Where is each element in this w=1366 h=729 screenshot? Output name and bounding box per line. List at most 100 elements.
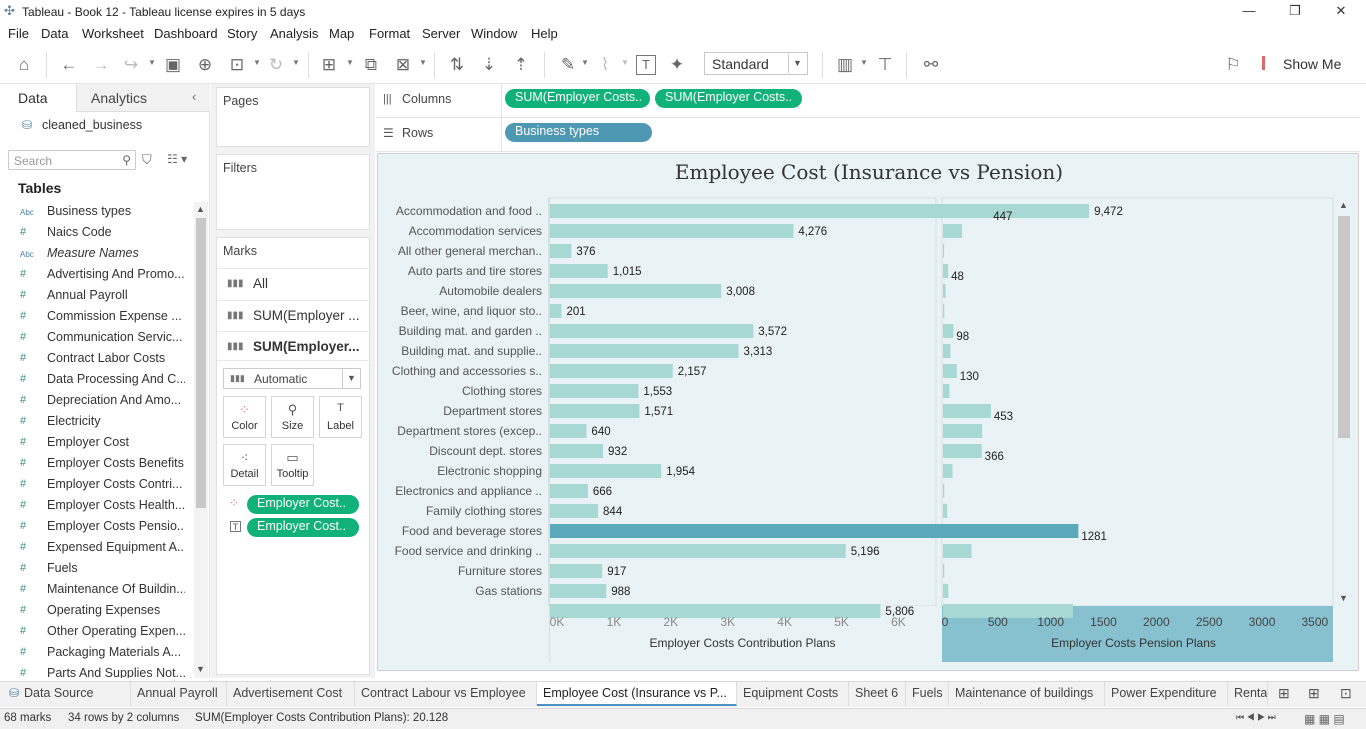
label-pill[interactable]: Employer Cost.. xyxy=(247,518,359,537)
menu-story[interactable]: Story xyxy=(227,26,257,41)
field-item[interactable]: # Advertising And Promo... xyxy=(0,265,192,286)
swap-icon[interactable]: ⇅ xyxy=(446,54,468,76)
new-worksheet-icon[interactable]: ⊞ xyxy=(318,54,340,76)
color-button[interactable]: ⁘ Color xyxy=(223,396,266,438)
datasource-name[interactable]: cleaned_business xyxy=(42,118,142,132)
highlight-icon[interactable]: ✎ xyxy=(557,54,579,76)
menu-worksheet[interactable]: Worksheet xyxy=(82,26,144,41)
share-icon[interactable]: ⚯ xyxy=(920,54,942,76)
tab-data[interactable]: Data xyxy=(0,84,76,112)
menu-server[interactable]: Server xyxy=(422,26,460,41)
field-item[interactable]: # Fuels xyxy=(0,559,192,580)
sheet-tab[interactable]: Maintenance of buildings xyxy=(949,682,1105,706)
sort-ascending-icon[interactable]: ⇣ xyxy=(478,54,500,76)
sheet-tab[interactable]: Sheet 6 xyxy=(849,682,906,706)
menu-analysis[interactable]: Analysis xyxy=(270,26,318,41)
sheet-tab[interactable]: Advertisement Cost xyxy=(227,682,355,706)
sheet-tab[interactable]: Rental xyxy=(1228,682,1268,706)
presentation-icon[interactable]: ⊤ xyxy=(874,54,896,76)
field-item[interactable]: Abc Measure Names xyxy=(0,244,192,265)
size-button[interactable]: ⚲ Size xyxy=(271,396,314,438)
label-button[interactable]: T Label xyxy=(319,396,362,438)
collapse-pane-icon[interactable]: ‹ xyxy=(192,89,196,104)
detail-button[interactable]: ⁖ Detail xyxy=(223,444,266,486)
refresh-icon[interactable]: ↻ xyxy=(265,54,287,76)
field-item[interactable]: Abc Business types xyxy=(0,202,192,223)
show-me-icon[interactable] xyxy=(1262,56,1274,70)
home-icon[interactable]: ⌂ xyxy=(13,54,35,76)
field-item[interactable]: # Depreciation And Amo... xyxy=(0,391,192,412)
field-item[interactable]: # Employer Cost xyxy=(0,433,192,454)
format-painter-icon[interactable]: ⚐ xyxy=(1222,54,1244,76)
field-item[interactable]: # Employer Costs Health... xyxy=(0,496,192,517)
rows-pill[interactable]: Business types xyxy=(505,123,652,142)
tooltip-button[interactable]: ▭ Tooltip xyxy=(271,444,314,486)
columns-pill[interactable]: SUM(Employer Costs.. xyxy=(505,89,650,108)
field-item[interactable]: # Commission Expense ... xyxy=(0,307,192,328)
save-icon[interactable]: ▣ xyxy=(162,54,184,76)
duplicate-sheet-icon[interactable]: ⧉ xyxy=(360,54,382,76)
sheet-nav-icon[interactable]: ⏮ ◀ ▶ ⏭ xyxy=(1236,712,1276,723)
menu-dashboard[interactable]: Dashboard xyxy=(154,26,218,41)
field-item[interactable]: # Expensed Equipment A... xyxy=(0,538,192,559)
field-item[interactable]: # Communication Servic... xyxy=(0,328,192,349)
filter-icon[interactable]: ⛉ xyxy=(142,152,152,168)
view-options-icon[interactable]: ☷ ▾ xyxy=(167,152,187,166)
rows-drop-zone[interactable]: Business types xyxy=(501,118,1360,151)
chart-scrollbar[interactable]: ▲ ▼ xyxy=(1336,200,1352,608)
sheet-tab[interactable]: Equipment Costs xyxy=(737,682,849,706)
fit-select[interactable]: Standard ▼ xyxy=(704,52,808,75)
color-pill[interactable]: Employer Cost.. xyxy=(247,495,359,514)
filters-card[interactable]: Filters xyxy=(216,154,370,230)
sheet-tab[interactable]: Fuels xyxy=(906,682,949,706)
field-item[interactable]: # Naics Code xyxy=(0,223,192,244)
redo-icon[interactable]: → xyxy=(90,54,112,76)
marks-measure-row-active[interactable]: ▮▮▮ SUM(Employer... xyxy=(217,331,371,361)
sheet-tab[interactable]: Employee Cost (Insurance vs P... xyxy=(537,682,737,706)
view-toggle-icon[interactable]: ▦ ▦ ▤ xyxy=(1304,712,1345,726)
restore-icon[interactable]: ❐ xyxy=(1272,0,1318,22)
minimize-icon[interactable]: — xyxy=(1226,0,1272,22)
marks-all-row[interactable]: ▮▮▮ All xyxy=(217,268,371,298)
replay-icon[interactable]: ↪ xyxy=(120,54,142,76)
field-item[interactable]: # Electricity xyxy=(0,412,192,433)
mark-type-select[interactable]: ▮▮▮ Automatic ▼ xyxy=(223,368,361,389)
field-item[interactable]: # Employer Costs Benefits xyxy=(0,454,192,475)
sort-descending-icon[interactable]: ⇡ xyxy=(510,54,532,76)
pause-updates-icon[interactable]: ⊡ xyxy=(226,54,248,76)
menu-window[interactable]: Window xyxy=(471,26,517,41)
sheet-tab[interactable]: Contract Labour vs Employee xyxy=(355,682,537,706)
field-search-input[interactable]: Search ⚲ xyxy=(8,150,136,170)
new-dashboard-icon[interactable]: ⊞ xyxy=(1308,685,1320,702)
marks-measure-row[interactable]: ▮▮▮ SUM(Employer ... xyxy=(217,300,371,330)
close-icon[interactable]: ✕ xyxy=(1318,0,1364,22)
sheet-tab[interactable]: Annual Payroll xyxy=(131,682,227,706)
field-item[interactable]: # Other Operating Expen... xyxy=(0,622,192,643)
field-item[interactable]: # Data Processing And C... xyxy=(0,370,192,391)
field-item[interactable]: # Packaging Materials A... xyxy=(0,643,192,664)
field-item[interactable]: # Contract Labor Costs xyxy=(0,349,192,370)
menu-format[interactable]: Format xyxy=(369,26,410,41)
field-item[interactable]: # Parts And Supplies Not... xyxy=(0,664,192,678)
sheet-tab[interactable]: Power Expenditure xyxy=(1105,682,1228,706)
clear-sheet-icon[interactable]: ⊠ xyxy=(392,54,414,76)
menu-map[interactable]: Map xyxy=(329,26,354,41)
field-item[interactable]: # Maintenance Of Buildin... xyxy=(0,580,192,601)
tab-data-source[interactable]: Data Source xyxy=(21,682,131,706)
pin-icon[interactable]: ✦ xyxy=(666,54,688,76)
menu-file[interactable]: File xyxy=(8,26,29,41)
field-item[interactable]: # Employer Costs Pensio... xyxy=(0,517,192,538)
new-datasource-icon[interactable]: ⊕ xyxy=(194,54,216,76)
menu-help[interactable]: Help xyxy=(531,26,558,41)
field-item[interactable]: # Operating Expenses xyxy=(0,601,192,622)
new-worksheet-icon[interactable]: ⊞ xyxy=(1278,685,1290,702)
group-icon[interactable]: ⌇ xyxy=(594,54,616,76)
columns-drop-zone[interactable]: SUM(Employer Costs.. SUM(Employer Costs.… xyxy=(501,84,1360,117)
field-item[interactable]: # Annual Payroll xyxy=(0,286,192,307)
pages-card[interactable]: Pages xyxy=(216,87,370,147)
show-me-button[interactable]: Show Me xyxy=(1283,56,1341,72)
menu-data[interactable]: Data xyxy=(41,26,68,41)
undo-icon[interactable]: ← xyxy=(58,54,80,76)
fix-axes-icon[interactable]: ▥ xyxy=(834,54,856,76)
tab-analytics[interactable]: Analytics xyxy=(76,84,210,112)
